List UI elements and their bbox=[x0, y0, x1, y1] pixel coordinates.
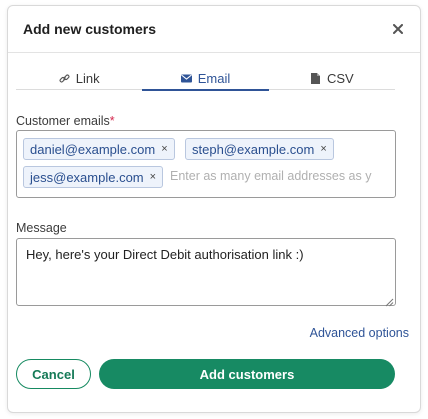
email-chip-label: steph@example.com bbox=[192, 141, 315, 157]
tab-link-label: Link bbox=[75, 70, 100, 86]
remove-chip-icon[interactable]: × bbox=[320, 143, 326, 155]
email-chip: jess@example.com × bbox=[23, 166, 164, 188]
customer-emails-label: Customer emails* bbox=[16, 114, 115, 128]
advanced-options-link[interactable]: Advanced options bbox=[310, 326, 409, 340]
remove-chip-icon[interactable]: × bbox=[150, 171, 156, 183]
envelope-icon bbox=[180, 73, 192, 84]
cancel-button[interactable]: Cancel bbox=[16, 359, 91, 389]
resize-grip-icon[interactable] bbox=[384, 294, 394, 307]
required-marker: * bbox=[109, 114, 115, 128]
close-icon[interactable] bbox=[390, 21, 406, 37]
email-chip: daniel@example.com × bbox=[23, 138, 175, 160]
file-icon bbox=[310, 72, 321, 84]
customer-emails-field[interactable]: daniel@example.com × steph@example.com ×… bbox=[16, 130, 396, 198]
message-label: Message bbox=[16, 221, 67, 235]
message-textarea[interactable]: Hey, here's your Direct Debit authorisat… bbox=[16, 238, 396, 306]
email-chip-label: daniel@example.com bbox=[30, 141, 156, 157]
customer-emails-label-text: Customer emails bbox=[16, 114, 110, 128]
dialog-header: Add new customers bbox=[8, 6, 420, 53]
remove-chip-icon[interactable]: × bbox=[161, 143, 167, 155]
tab-email[interactable]: Email bbox=[142, 67, 269, 91]
tab-csv-label: CSV bbox=[326, 70, 354, 86]
email-chip: steph@example.com × bbox=[185, 138, 334, 160]
tab-csv[interactable]: CSV bbox=[269, 67, 395, 89]
tab-link[interactable]: Link bbox=[16, 67, 142, 89]
dialog-title: Add new customers bbox=[23, 21, 157, 37]
email-chip-label: jess@example.com bbox=[30, 169, 144, 185]
tab-bar: Link Email CSV bbox=[16, 67, 395, 91]
tab-email-label: Email bbox=[197, 70, 231, 86]
add-customers-button[interactable]: Add customers bbox=[99, 359, 395, 389]
link-icon bbox=[59, 73, 70, 84]
email-entry-input[interactable] bbox=[170, 165, 392, 187]
